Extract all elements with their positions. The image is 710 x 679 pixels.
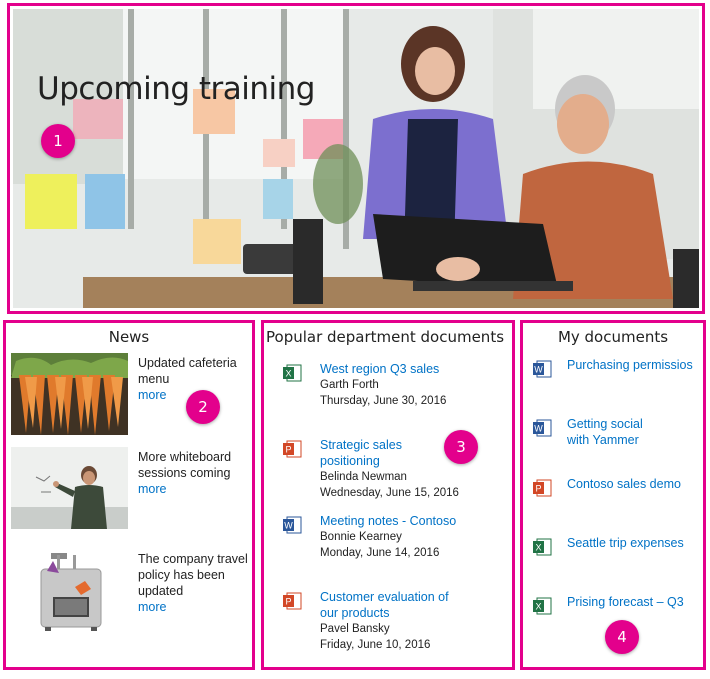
news-webpart: News Updated cafeteria menu more More wh… <box>3 320 255 670</box>
document-date: Monday, June 14, 2016 <box>320 547 440 559</box>
word-icon: W <box>533 360 552 378</box>
powerpoint-icon: P <box>533 479 552 497</box>
document-author: Pavel Bansky <box>320 623 390 635</box>
document-author: Bonnie Kearney <box>320 531 402 543</box>
callout-badge-4: 4 <box>605 620 639 654</box>
office-photo <box>13 9 699 308</box>
mydocs-title: My documents <box>557 328 669 346</box>
powerpoint-icon: P <box>283 440 302 458</box>
news-item[interactable]: More whiteboard sessions coming more <box>11 447 251 529</box>
news-item[interactable]: The company travel policy has been updat… <box>11 551 251 633</box>
popular-title: Popular department documents <box>266 328 505 346</box>
news-thumbnail-carrots[interactable] <box>11 353 128 435</box>
hero-title: Upcoming training <box>37 71 315 107</box>
news-more-link[interactable]: more <box>138 481 254 497</box>
callout-badge-3: 3 <box>444 430 478 464</box>
callout-badge-1: 1 <box>41 124 75 158</box>
news-title: News <box>108 328 150 346</box>
whiteboard-photo <box>11 447 128 529</box>
my-document-link[interactable]: Getting social with Yammer <box>567 416 662 448</box>
hero-image: Upcoming training 1 <box>13 9 699 308</box>
document-author: Garth Forth <box>320 379 379 391</box>
popular-documents-webpart: Popular department documents X West regi… <box>261 320 515 670</box>
news-headline[interactable]: More whiteboard sessions coming <box>138 449 254 481</box>
word-icon: W <box>283 516 302 534</box>
excel-icon: X <box>533 597 552 615</box>
svg-text:X: X <box>285 369 291 379</box>
carrots-photo <box>11 353 128 435</box>
document-link[interactable]: West region Q3 sales <box>320 361 510 377</box>
document-link[interactable]: Strategic sales positioning <box>320 437 420 469</box>
news-thumbnail-whiteboard[interactable] <box>11 447 128 529</box>
luggage-illustration <box>11 551 128 633</box>
document-date: Wednesday, June 15, 2016 <box>320 487 459 499</box>
document-date: Friday, June 10, 2016 <box>320 639 431 651</box>
news-thumbnail-luggage[interactable] <box>11 551 128 633</box>
news-headline[interactable]: Updated cafeteria menu <box>138 355 254 387</box>
svg-text:X: X <box>535 543 541 553</box>
word-icon: W <box>533 419 552 437</box>
excel-icon: X <box>533 538 552 556</box>
hero-banner[interactable]: Upcoming training 1 <box>7 3 705 314</box>
svg-text:W: W <box>534 365 543 375</box>
my-document-link[interactable]: Contoso sales demo <box>567 476 707 492</box>
svg-text:P: P <box>285 597 291 607</box>
my-document-link[interactable]: Purchasing permissios <box>567 357 707 373</box>
news-headline[interactable]: The company travel policy has been updat… <box>138 551 254 599</box>
document-date: Thursday, June 30, 2016 <box>320 395 447 407</box>
document-link[interactable]: Customer evaluation of our products <box>320 589 470 621</box>
excel-icon: X <box>283 364 302 382</box>
document-author: Belinda Newman <box>320 471 407 483</box>
my-document-link[interactable]: Prising forecast – Q3 <box>567 594 707 610</box>
my-documents-webpart: My documents W Purchasing permissios W G… <box>520 320 706 670</box>
my-document-link[interactable]: Seattle trip expenses <box>567 535 707 551</box>
svg-text:P: P <box>535 484 541 494</box>
callout-badge-2: 2 <box>186 390 220 424</box>
svg-text:P: P <box>285 445 291 455</box>
document-link[interactable]: Meeting notes - Contoso <box>320 513 510 529</box>
news-more-link[interactable]: more <box>138 599 254 615</box>
svg-text:W: W <box>534 424 543 434</box>
svg-text:X: X <box>535 602 541 612</box>
svg-text:W: W <box>284 521 293 531</box>
powerpoint-icon: P <box>283 592 302 610</box>
